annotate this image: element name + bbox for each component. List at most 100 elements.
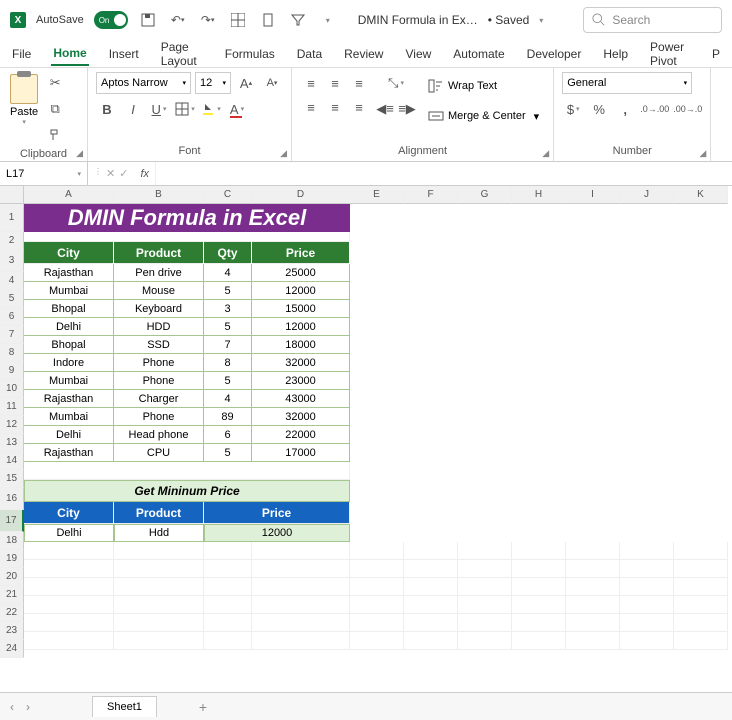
- table-header[interactable]: City: [24, 242, 114, 264]
- data-cell[interactable]: Phone: [114, 408, 204, 426]
- empty-cell[interactable]: [404, 542, 458, 560]
- sheet-tab[interactable]: Sheet1: [92, 696, 157, 717]
- empty-cell[interactable]: [566, 614, 620, 632]
- formula-input[interactable]: [155, 162, 732, 185]
- empty-cell[interactable]: [674, 542, 728, 560]
- data-cell[interactable]: 25000: [252, 264, 350, 282]
- data-cell[interactable]: 5: [204, 282, 252, 300]
- bold-button[interactable]: B: [96, 98, 118, 120]
- data-cell[interactable]: Pen drive: [114, 264, 204, 282]
- empty-cell[interactable]: [620, 542, 674, 560]
- col-header[interactable]: I: [566, 186, 620, 204]
- empty-cell[interactable]: [512, 632, 566, 650]
- data-cell[interactable]: Head phone: [114, 426, 204, 444]
- empty-cell[interactable]: [114, 614, 204, 632]
- align-bottom[interactable]: ≡: [348, 72, 370, 94]
- data-cell[interactable]: 32000: [252, 408, 350, 426]
- font-name-select[interactable]: Aptos Narrow▾: [96, 72, 191, 94]
- empty-cell[interactable]: [114, 632, 204, 650]
- col-header[interactable]: D: [252, 186, 350, 204]
- row-header[interactable]: 13: [0, 434, 24, 452]
- accept-formula[interactable]: ✓: [119, 167, 128, 180]
- data-cell[interactable]: Keyboard: [114, 300, 204, 318]
- data-cell[interactable]: 3: [204, 300, 252, 318]
- empty-cell[interactable]: [204, 578, 252, 596]
- empty-cell[interactable]: [204, 542, 252, 560]
- empty-cell[interactable]: [252, 614, 350, 632]
- row-header[interactable]: 23: [0, 622, 24, 640]
- undo-button[interactable]: ↶▾: [168, 10, 188, 30]
- number-format-select[interactable]: General▾: [562, 72, 692, 94]
- add-sheet-button[interactable]: +: [199, 699, 207, 715]
- search-input[interactable]: Search: [583, 7, 722, 33]
- empty-cell[interactable]: [674, 614, 728, 632]
- empty-cell[interactable]: [24, 542, 114, 560]
- empty-cell[interactable]: [404, 578, 458, 596]
- data-cell[interactable]: Rajasthan: [24, 264, 114, 282]
- tab-file[interactable]: File: [10, 43, 33, 65]
- row-header[interactable]: 3: [0, 250, 24, 272]
- result-header[interactable]: Product: [114, 502, 204, 524]
- tab-formulas[interactable]: Formulas: [223, 43, 277, 65]
- data-cell[interactable]: Indore: [24, 354, 114, 372]
- fill-color[interactable]: ▾: [200, 98, 222, 120]
- empty-cell[interactable]: [674, 596, 728, 614]
- empty-cell[interactable]: [458, 542, 512, 560]
- row-header[interactable]: 22: [0, 604, 24, 622]
- data-cell[interactable]: Mouse: [114, 282, 204, 300]
- row-header[interactable]: 21: [0, 586, 24, 604]
- table-header[interactable]: Qty: [204, 242, 252, 264]
- col-header[interactable]: C: [204, 186, 252, 204]
- empty-cell[interactable]: [350, 542, 404, 560]
- empty-cell[interactable]: [512, 560, 566, 578]
- empty-cell[interactable]: [114, 596, 204, 614]
- tab-automate[interactable]: Automate: [451, 43, 506, 65]
- col-header[interactable]: F: [404, 186, 458, 204]
- tab-data[interactable]: Data: [295, 43, 324, 65]
- empty-cell[interactable]: [204, 614, 252, 632]
- result-cell[interactable]: Hdd: [114, 524, 204, 542]
- row-header[interactable]: 2: [0, 232, 24, 250]
- redo-button[interactable]: ↷▾: [198, 10, 218, 30]
- border-button[interactable]: ▾: [174, 98, 196, 120]
- data-cell[interactable]: 12000: [252, 282, 350, 300]
- data-cell[interactable]: 5: [204, 444, 252, 462]
- empty-cell[interactable]: [458, 596, 512, 614]
- result-header[interactable]: Price: [204, 502, 350, 524]
- tab-insert[interactable]: Insert: [107, 43, 141, 65]
- row-header[interactable]: 14: [0, 452, 24, 470]
- row-header[interactable]: 10: [0, 380, 24, 398]
- empty-cell[interactable]: [204, 632, 252, 650]
- empty-cell[interactable]: [404, 560, 458, 578]
- percent-format[interactable]: %: [588, 98, 610, 120]
- get-min-title[interactable]: Get Mininum Price: [24, 480, 350, 502]
- empty-cell[interactable]: [566, 632, 620, 650]
- empty-cell[interactable]: [620, 614, 674, 632]
- result-header[interactable]: City: [24, 502, 114, 524]
- font-launcher[interactable]: ◢: [280, 148, 287, 159]
- row-header[interactable]: 12: [0, 416, 24, 434]
- data-cell[interactable]: HDD: [114, 318, 204, 336]
- empty-cell[interactable]: [566, 560, 620, 578]
- col-header[interactable]: H: [512, 186, 566, 204]
- col-header[interactable]: G: [458, 186, 512, 204]
- data-cell[interactable]: 18000: [252, 336, 350, 354]
- empty-cell[interactable]: [252, 560, 350, 578]
- accounting-format[interactable]: $▾: [562, 98, 584, 120]
- empty-cell[interactable]: [404, 632, 458, 650]
- col-header[interactable]: A: [24, 186, 114, 204]
- data-cell[interactable]: Delhi: [24, 318, 114, 336]
- empty-cell[interactable]: [458, 632, 512, 650]
- empty-cell[interactable]: [114, 542, 204, 560]
- row-header[interactable]: 15: [0, 470, 24, 488]
- empty-cell[interactable]: [674, 632, 728, 650]
- empty-cell[interactable]: [404, 614, 458, 632]
- data-cell[interactable]: 32000: [252, 354, 350, 372]
- tab-help[interactable]: Help: [601, 43, 630, 65]
- empty-cell[interactable]: [252, 542, 350, 560]
- data-cell[interactable]: 12000: [252, 318, 350, 336]
- data-cell[interactable]: 23000: [252, 372, 350, 390]
- row-header[interactable]: 4: [0, 272, 24, 290]
- decrease-indent[interactable]: ◀≡: [374, 98, 396, 120]
- empty-cell[interactable]: [566, 596, 620, 614]
